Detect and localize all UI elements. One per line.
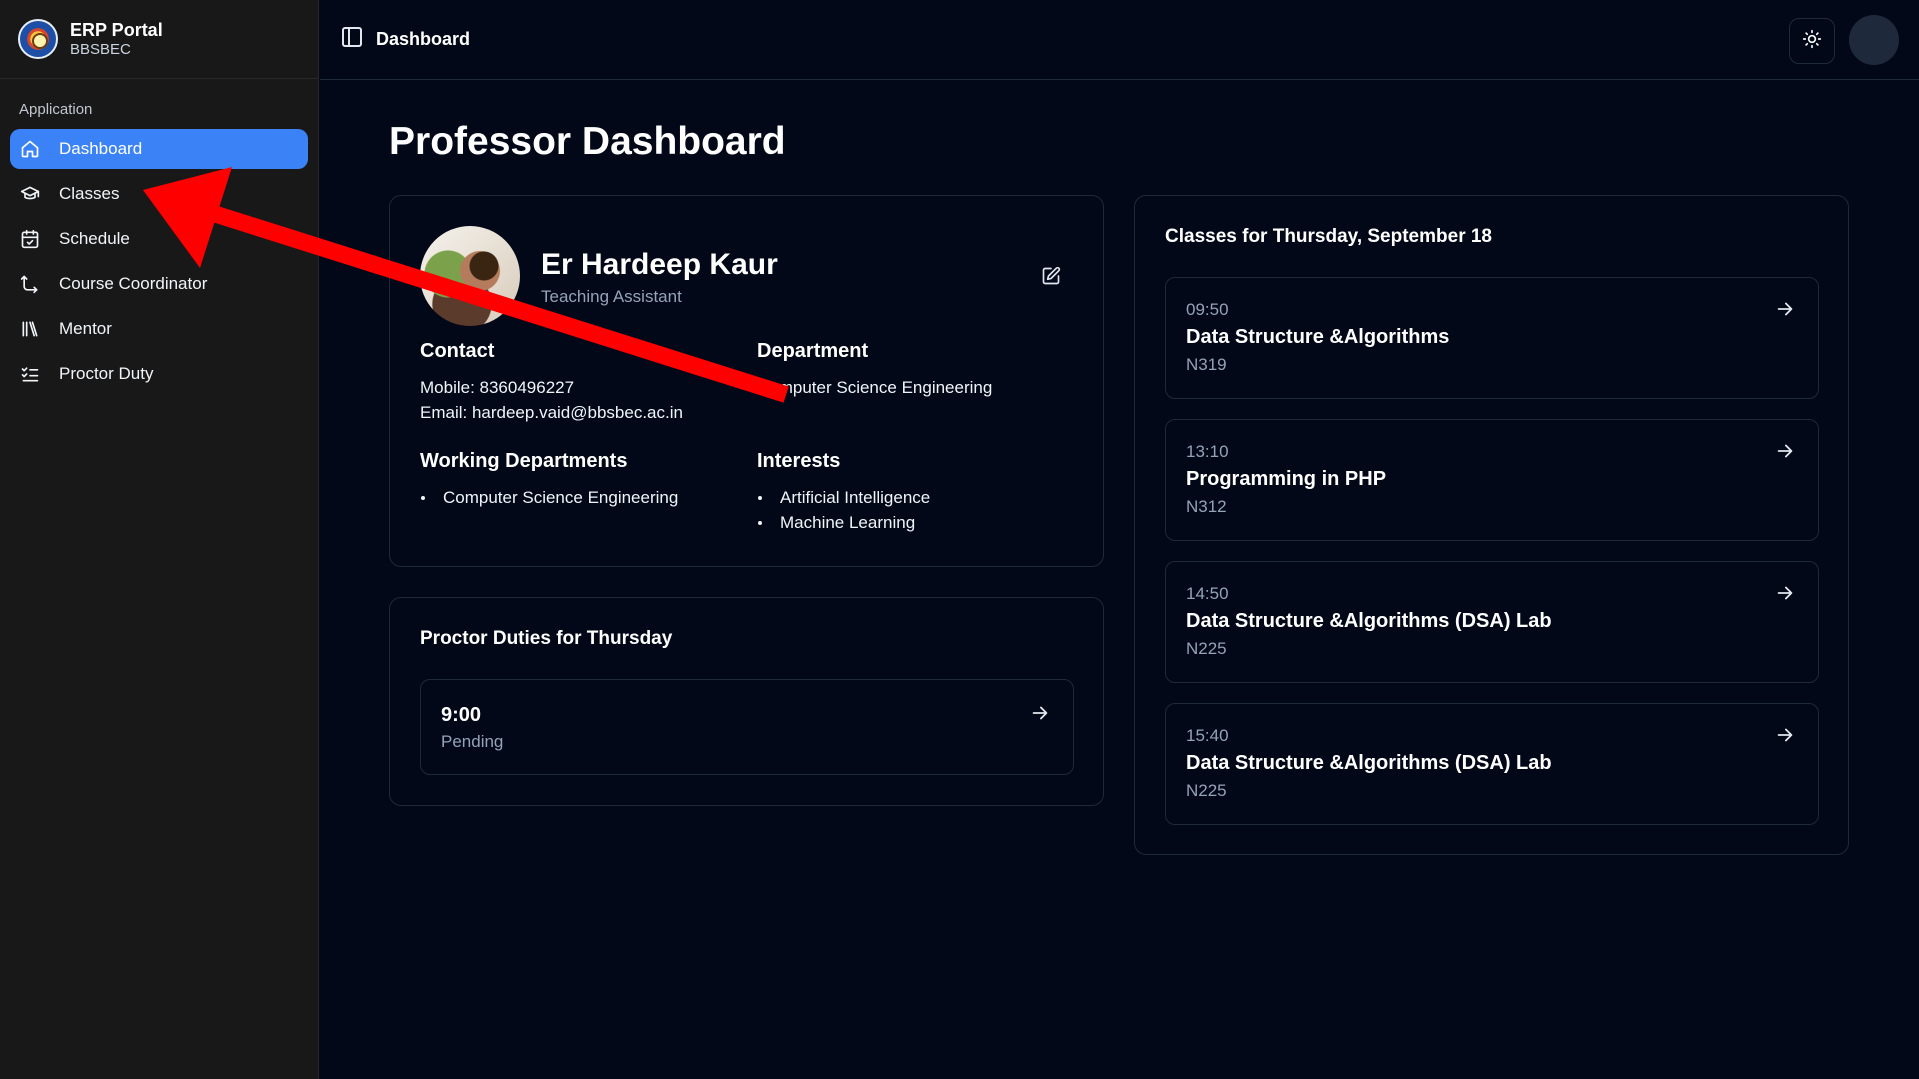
interests-list: Artificial Intelligence Machine Learning — [757, 485, 930, 535]
class-time: 14:50 — [1186, 584, 1229, 603]
brand-subtitle: BBSBEC — [70, 40, 131, 58]
class-name: Data Structure &Algorithms (DSA) Lab — [1186, 752, 1552, 774]
class-row[interactable]: 14:50 Data Structure &Algorithms (DSA) L… — [1165, 561, 1819, 683]
class-room: N225 — [1186, 639, 1227, 658]
edit-icon — [1041, 266, 1061, 290]
class-room: N319 — [1186, 355, 1227, 374]
top-bar: Dashboard — [320, 0, 1919, 80]
class-name: Data Structure &Algorithms — [1186, 326, 1450, 348]
sidebar-item-label: Schedule — [59, 229, 130, 248]
arrow-right-icon — [1029, 702, 1051, 724]
sidebar-item-classes[interactable]: Classes — [10, 174, 308, 214]
class-name: Programming in PHP — [1186, 468, 1387, 490]
class-time: 09:50 — [1186, 300, 1229, 319]
sidebar-item-mentor[interactable]: Mentor — [10, 309, 308, 349]
sidebar-item-schedule[interactable]: Schedule — [10, 219, 308, 259]
list-checks-icon — [20, 364, 40, 384]
class-time: 15:40 — [1186, 726, 1229, 745]
sidebar-nav: Dashboard Classes Schedule Course Coordi… — [0, 129, 318, 394]
profile-photo — [420, 226, 520, 326]
class-room: N312 — [1186, 497, 1227, 516]
class-room: N225 — [1186, 781, 1227, 800]
calendar-icon — [20, 229, 40, 249]
route-icon — [20, 274, 40, 294]
department-value: Computer Science Engineering — [757, 378, 993, 397]
sidebar-item-course-coordinator[interactable]: Course Coordinator — [10, 264, 308, 304]
class-row[interactable]: 13:10 Programming in PHP N312 — [1165, 419, 1819, 541]
sidebar-item-label: Mentor — [59, 319, 112, 338]
list-item: Machine Learning — [757, 510, 930, 535]
contact-email: Email: hardeep.vaid@bbsbec.ac.in — [420, 403, 683, 422]
proctor-duties-card: Proctor Duties for Thursday 9:00 Pending — [389, 597, 1104, 806]
sidebar-item-label: Dashboard — [59, 139, 143, 158]
duty-status: Pending — [441, 732, 504, 751]
proctor-duty-row[interactable]: 9:00 Pending — [420, 679, 1074, 775]
sidebar-item-dashboard[interactable]: Dashboard — [10, 129, 308, 169]
sidebar: ERP Portal BBSBEC Application Dashboard … — [0, 0, 319, 1079]
class-row[interactable]: 15:40 Data Structure &Algorithms (DSA) L… — [1165, 703, 1819, 825]
brand-title: ERP Portal — [70, 20, 163, 41]
class-name: Data Structure &Algorithms (DSA) Lab — [1186, 610, 1552, 632]
theme-toggle-button[interactable] — [1789, 18, 1835, 64]
profile-card: Er Hardeep Kaur Teaching Assistant Conta… — [389, 195, 1104, 567]
arrow-right-icon — [1774, 724, 1796, 746]
duty-time: 9:00 — [441, 704, 482, 726]
arrow-right-icon — [1774, 440, 1796, 462]
list-item: Computer Science Engineering — [420, 485, 678, 510]
graduation-cap-icon — [20, 184, 40, 204]
profile-role: Teaching Assistant — [541, 287, 682, 306]
classes-title: Classes for Thursday, September 18 — [1165, 226, 1492, 247]
brand-header[interactable]: ERP Portal BBSBEC — [0, 0, 318, 79]
classes-card: Classes for Thursday, September 18 09:50… — [1134, 195, 1849, 855]
contact-mobile: Mobile: 8360496227 — [420, 378, 575, 397]
sidebar-item-label: Proctor Duty — [59, 364, 154, 383]
home-icon — [20, 139, 40, 159]
sidebar-item-label: Classes — [59, 184, 120, 203]
arrow-right-icon — [1774, 582, 1796, 604]
user-avatar[interactable] — [1849, 15, 1899, 65]
proctor-duties-title: Proctor Duties for Thursday — [420, 628, 673, 649]
sun-icon — [1802, 29, 1822, 54]
page-title: Professor Dashboard — [389, 120, 786, 163]
list-item: Artificial Intelligence — [757, 485, 930, 510]
sidebar-item-proctor-duty[interactable]: Proctor Duty — [10, 354, 308, 394]
working-departments-heading: Working Departments — [420, 450, 628, 472]
department-heading: Department — [757, 340, 869, 362]
edit-profile-button[interactable] — [1041, 266, 1063, 288]
sidebar-group-label: Application — [19, 101, 93, 118]
contact-heading: Contact — [420, 340, 495, 362]
profile-name: Er Hardeep Kaur — [541, 248, 778, 281]
page-breadcrumb: Dashboard — [376, 29, 471, 49]
library-icon — [20, 319, 40, 339]
arrow-right-icon — [1774, 298, 1796, 320]
working-departments-list: Computer Science Engineering — [420, 485, 678, 510]
sidebar-toggle-icon[interactable] — [340, 25, 364, 54]
college-logo — [18, 19, 58, 59]
sidebar-item-label: Course Coordinator — [59, 274, 208, 293]
class-time: 13:10 — [1186, 442, 1229, 461]
interests-heading: Interests — [757, 450, 841, 472]
class-row[interactable]: 09:50 Data Structure &Algorithms N319 — [1165, 277, 1819, 399]
